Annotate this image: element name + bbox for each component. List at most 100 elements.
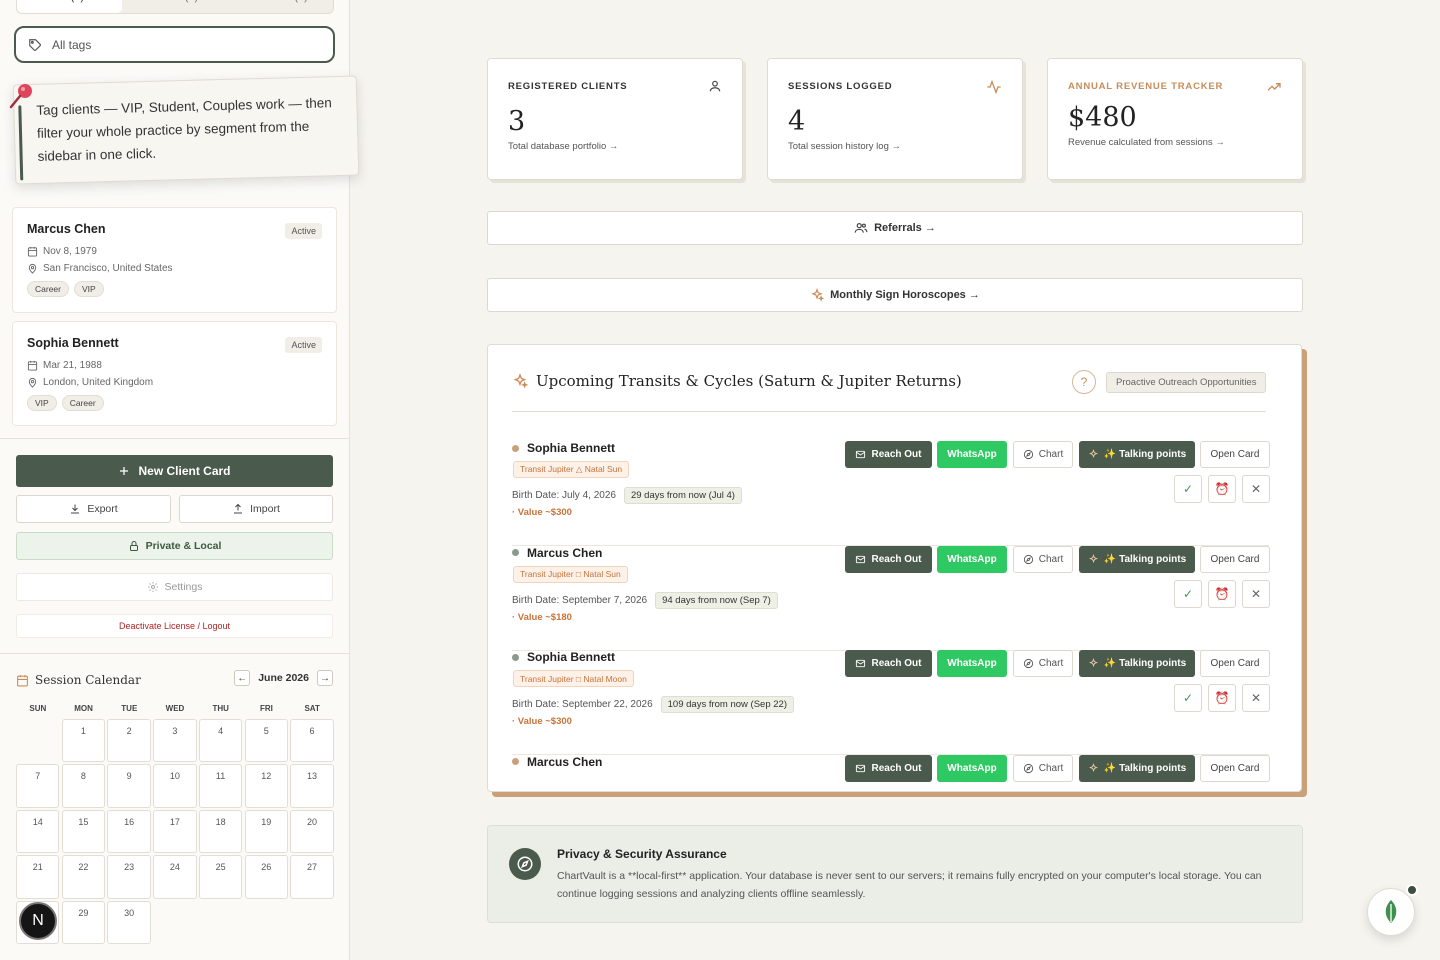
tag-chip: Career [27, 281, 69, 297]
transit-date: Birth Date: September 22, 2026 109 days f… [512, 696, 794, 713]
talking-points-button[interactable]: ✨ Talking points [1079, 650, 1195, 677]
check-icon[interactable]: ✓ [1174, 475, 1202, 503]
client-card[interactable]: Sophia Bennett Active Mar 21, 1988 Londo… [12, 321, 337, 426]
calendar-day[interactable]: 8 [61, 764, 106, 808]
stat-card-sessions[interactable]: SESSIONS LOGGED 4 Total session history … [767, 58, 1023, 180]
stat-link[interactable]: Total session history log → [788, 141, 1002, 152]
calendar-day[interactable]: 13 [290, 764, 334, 808]
tag-chip: VIP [73, 281, 104, 297]
help-icon[interactable]: ? [1072, 370, 1096, 394]
transit-client-name[interactable]: Marcus Chen [512, 546, 602, 560]
calendar-day[interactable]: 22 [61, 855, 106, 899]
calendar-day[interactable]: 4 [198, 719, 243, 763]
tab-all[interactable]: All (3) [17, 0, 123, 13]
calendar-weekdays: SUN MON TUE WED THU FRI SAT [16, 704, 334, 713]
transit-client-name[interactable]: Sophia Bennett [512, 441, 615, 455]
calendar-day[interactable]: 23 [107, 855, 151, 899]
talking-points-button[interactable]: ✨ Talking points [1079, 441, 1195, 468]
calendar-day[interactable]: 12 [244, 764, 289, 808]
whatsapp-button[interactable]: WhatsApp [937, 441, 1007, 468]
calendar-day[interactable]: 7 [16, 764, 60, 808]
new-client-button[interactable]: New Client Card [16, 455, 333, 487]
calendar-day[interactable]: 17 [153, 809, 197, 854]
calendar-day[interactable]: 21 [16, 855, 60, 899]
calendar-day[interactable]: 9 [107, 764, 151, 808]
compass-icon [1023, 554, 1033, 564]
transit-value: · Value ~$180 [512, 611, 572, 623]
private-local-button[interactable]: Private & Local [16, 532, 333, 560]
calendar-day[interactable]: 25 [198, 855, 243, 899]
alarm-icon[interactable]: ⏰ [1208, 475, 1236, 503]
close-icon[interactable]: ✕ [1242, 579, 1270, 608]
sparkles-icon [1088, 449, 1098, 459]
talking-points-button[interactable]: ✨ Talking points [1079, 754, 1195, 782]
whatsapp-button[interactable]: WhatsApp [937, 545, 1007, 573]
stat-link[interactable]: Revenue calculated from sessions → [1068, 137, 1282, 148]
calendar-day[interactable]: 29 [61, 900, 106, 944]
reach-out-button[interactable]: Reach Out [845, 545, 932, 573]
status-dot [512, 444, 519, 452]
reach-out-button[interactable]: Reach Out [845, 650, 932, 677]
calendar-day[interactable]: 10 [153, 764, 197, 808]
transit-client-name[interactable]: Sophia Bennett [512, 650, 615, 664]
settings-button[interactable]: Settings [16, 573, 333, 601]
reach-out-button[interactable]: Reach Out [845, 441, 932, 468]
open-card-button[interactable]: Open Card [1200, 441, 1270, 468]
calendar-day[interactable]: 30 [107, 900, 151, 944]
tab-active[interactable]: Active (2) [122, 0, 227, 13]
logout-button[interactable]: Deactivate License / Logout [16, 614, 333, 638]
activity-icon [987, 79, 1001, 95]
calendar-day[interactable]: 6 [290, 719, 334, 763]
open-card-button[interactable]: Open Card [1200, 754, 1270, 782]
calendar-day[interactable]: 16 [107, 809, 151, 854]
open-card-button[interactable]: Open Card [1200, 545, 1270, 573]
weekday-label: WED [165, 704, 185, 713]
chart-button[interactable]: Chart [1013, 754, 1073, 782]
alarm-icon[interactable]: ⏰ [1208, 684, 1236, 712]
chart-button[interactable]: Chart [1013, 545, 1073, 573]
check-icon[interactable]: ✓ [1174, 684, 1202, 712]
stat-card-revenue[interactable]: ANNUAL REVENUE TRACKER $480 Revenue calc… [1047, 58, 1303, 180]
calendar-empty-cell [16, 719, 59, 762]
horoscopes-button[interactable]: Monthly Sign Horoscopes → [487, 278, 1303, 312]
referrals-button[interactable]: Referrals → [487, 211, 1303, 245]
calendar-day[interactable]: 5 [244, 719, 289, 763]
calendar-day[interactable]: 14 [16, 809, 60, 854]
avatar[interactable]: N [19, 902, 57, 940]
transit-client-name[interactable]: Marcus Chen [512, 755, 602, 769]
tag-filter-select[interactable]: All tags [14, 26, 335, 63]
whatsapp-button[interactable]: WhatsApp [937, 754, 1007, 782]
whatsapp-button[interactable]: WhatsApp [937, 650, 1007, 677]
chart-button[interactable]: Chart [1013, 441, 1073, 468]
calendar-day[interactable]: 27 [290, 855, 334, 899]
import-button[interactable]: Import [179, 495, 333, 523]
days-until-badge: 29 days from now (Jul 4) [623, 487, 742, 504]
calendar-day[interactable]: 11 [198, 764, 243, 808]
talking-points-button[interactable]: ✨ Talking points [1079, 545, 1195, 573]
close-icon[interactable]: ✕ [1242, 684, 1270, 712]
assistant-button[interactable] [1367, 888, 1415, 936]
calendar-day[interactable]: 19 [244, 809, 289, 854]
calendar-day[interactable]: 1 [61, 719, 106, 763]
export-button[interactable]: Export [16, 495, 171, 523]
alarm-icon[interactable]: ⏰ [1208, 579, 1236, 608]
calendar-day[interactable]: 24 [153, 855, 197, 899]
calendar-day[interactable]: 20 [290, 809, 334, 854]
calendar-prev-button[interactable]: ← [234, 670, 251, 686]
calendar-day[interactable]: 18 [198, 809, 243, 854]
client-card[interactable]: Marcus Chen Active Nov 8, 1979 San Franc… [12, 207, 337, 313]
calendar-day[interactable]: 3 [153, 719, 197, 763]
tab-passive[interactable]: Passive (1) [228, 0, 333, 13]
stat-link[interactable]: Total database portfolio → [508, 141, 722, 152]
transit-date: Birth Date: July 4, 2026 29 days from now… [512, 487, 742, 504]
check-icon[interactable]: ✓ [1174, 579, 1202, 608]
calendar-day[interactable]: 15 [61, 809, 106, 854]
stat-card-clients[interactable]: REGISTERED CLIENTS 3 Total database port… [487, 58, 743, 180]
open-card-button[interactable]: Open Card [1200, 650, 1270, 677]
calendar-next-button[interactable]: → [317, 670, 333, 686]
chart-button[interactable]: Chart [1013, 650, 1073, 677]
calendar-day[interactable]: 26 [244, 855, 289, 899]
close-icon[interactable]: ✕ [1242, 475, 1270, 503]
reach-out-button[interactable]: Reach Out [845, 754, 932, 782]
calendar-day[interactable]: 2 [107, 719, 151, 763]
